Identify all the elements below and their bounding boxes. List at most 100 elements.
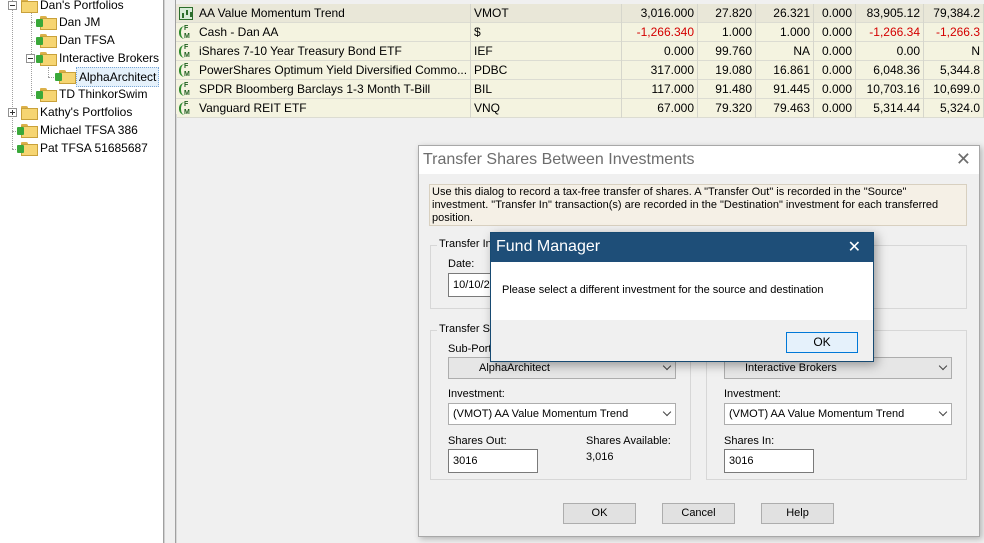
etf-chart-icon <box>179 7 193 20</box>
chevron-down-icon <box>938 407 948 417</box>
cell-name: AA Value Momentum Trend <box>196 4 471 23</box>
fund-manager-icon: FM <box>179 82 193 97</box>
cell-c6: 10,699.0 <box>924 80 984 99</box>
cell-name: Vanguard REIT ETF <box>196 99 471 118</box>
cell-shares: 117.000 <box>622 80 698 99</box>
pane-splitter[interactable] <box>164 0 176 543</box>
investment-label: Investment: <box>448 388 505 400</box>
tree-item-kathys-portfolios[interactable]: Kathy's Portfolios <box>0 103 164 121</box>
date-label: Date: <box>448 258 475 270</box>
expand-icon[interactable] <box>8 108 17 117</box>
cell-price: 1.000 <box>698 23 756 42</box>
cancel-button[interactable]: Cancel <box>662 503 735 524</box>
help-button[interactable]: Help <box>761 503 834 524</box>
shares-in-field[interactable]: 3016 <box>724 449 814 473</box>
cell-symbol: PDBC <box>471 61 622 80</box>
tree-item-dan-jm[interactable]: Dan JM <box>0 13 164 31</box>
cell-price: 19.080 <box>698 61 756 80</box>
cell-value: 83,905.12 <box>856 4 924 23</box>
cell-name: SPDR Bloomberg Barclays 1-3 Month T-Bill <box>196 80 471 99</box>
shares-out-field[interactable]: 3016 <box>448 449 538 473</box>
table-row[interactable]: F M PowerShares Optimum Yield Diversified … <box>176 61 984 80</box>
message-text: Please select a different investment for… <box>502 284 824 296</box>
tree-item-dan-tfsa[interactable]: Dan TFSA <box>0 31 164 49</box>
tree-item-label: Michael TFSA 386 <box>40 123 138 137</box>
table-row[interactable]: AA Value Momentum Trend VMOT 3,016.000 27.8… <box>176 4 984 23</box>
tree-item-dans-portfolios[interactable]: Dan's Portfolios <box>0 0 164 14</box>
cell-symbol: IEF <box>471 42 622 61</box>
collapse-icon[interactable] <box>8 1 17 10</box>
dialog-title-bar[interactable]: Transfer Shares Between Investments ✕ <box>419 146 979 174</box>
cell-symbol: $ <box>471 23 622 42</box>
sub-portfolio-label: Sub-Port <box>448 343 492 355</box>
chevron-down-icon <box>938 361 948 371</box>
investment-label: Investment: <box>724 388 781 400</box>
tree-item-label: AlphaArchitect <box>76 67 160 87</box>
cell-shares: 3,016.000 <box>622 4 698 23</box>
grid-divider <box>176 114 177 543</box>
folder-icon <box>21 106 38 120</box>
table-row[interactable]: F MiShares 7-10 Year Treasury Bond ETF IEF… <box>176 42 984 61</box>
dialog-title: Transfer Shares Between Investments <box>423 151 695 168</box>
cell-c4: 0.000 <box>814 80 856 99</box>
cell-c4: 0.000 <box>814 42 856 61</box>
tree-item-pat-tfsa[interactable]: Pat TFSA 51685687 <box>0 139 164 157</box>
cell-c6: 5,324.0 <box>924 99 984 118</box>
group-label: Transfer Sc <box>437 323 498 335</box>
cell-shares: 317.000 <box>622 61 698 80</box>
source-investment-select[interactable]: (VMOT) AA Value Momentum Trend <box>448 403 676 425</box>
message-body: Please select a different investment for… <box>491 262 873 320</box>
cell-name: PowerShares Optimum Yield Diversified Co… <box>196 61 471 80</box>
shares-available-label: Shares Available: <box>586 435 671 447</box>
close-icon[interactable]: ✕ <box>848 237 861 257</box>
tree-item-interactive-brokers[interactable]: Interactive Brokers <box>0 49 164 67</box>
tree-item-alphaarchitect[interactable]: AlphaArchitect <box>0 67 164 87</box>
cell-shares: 67.000 <box>622 99 698 118</box>
tree-item-label: Pat TFSA 51685687 <box>40 141 148 155</box>
cell-cost: NA <box>756 42 814 61</box>
cell-c6: N <box>924 42 984 61</box>
cell-price: 91.480 <box>698 80 756 99</box>
table-row[interactable]: F M Cash - Dan AA $ -1,266.340 1.000 1.000 0.00… <box>176 23 984 42</box>
tree-item-label: Kathy's Portfolios <box>40 105 133 119</box>
cell-value: -1,266.34 <box>856 23 924 42</box>
cell-shares: 0.000 <box>622 42 698 61</box>
tree-item-label: Interactive Brokers <box>59 51 160 65</box>
portfolio-folder-icon <box>55 70 76 84</box>
portfolio-tree[interactable]: Dan's Portfolios Dan JM Dan TFSA Interac… <box>0 0 164 543</box>
selected-value: Interactive Brokers <box>745 362 837 374</box>
cell-value: 0.00 <box>856 42 924 61</box>
table-row[interactable]: F M SPDR Bloomberg Barclays 1-3 Month T-Bi… <box>176 80 984 99</box>
destination-investment-select[interactable]: (VMOT) AA Value Momentum Trend <box>724 403 952 425</box>
portfolio-folder-icon <box>36 52 57 66</box>
fund-manager-message-box: Fund Manager ✕ Please select a different… <box>490 232 874 362</box>
cell-value: 5,314.44 <box>856 99 924 118</box>
shares-in-label: Shares In: <box>724 435 775 447</box>
fund-manager-icon: FM <box>179 101 193 116</box>
tree-item-td-thinkorswim[interactable]: TD ThinkorSwim <box>0 85 164 103</box>
message-ok-button[interactable]: OK <box>786 332 858 353</box>
folder-icon <box>21 0 38 13</box>
cell-c4: 0.000 <box>814 4 856 23</box>
shares-out-label: Shares Out: <box>448 435 507 447</box>
tree-item-michael-tfsa[interactable]: Michael TFSA 386 <box>0 121 164 139</box>
cell-cost: 79.463 <box>756 99 814 118</box>
table-row[interactable]: F M Vanguard REIT ETF VNQ 67.000 79.320 79.463… <box>176 99 984 118</box>
cell-c4: 0.000 <box>814 61 856 80</box>
message-title-bar[interactable]: Fund Manager ✕ <box>491 233 873 262</box>
close-icon[interactable]: ✕ <box>956 149 971 170</box>
fund-manager-icon: FM <box>179 25 193 40</box>
cell-c6: 5,344.8 <box>924 61 984 80</box>
cell-c4: 0.000 <box>814 99 856 118</box>
ok-button[interactable]: OK <box>563 503 636 524</box>
cell-symbol: VNQ <box>471 99 622 118</box>
collapse-icon[interactable] <box>26 54 35 63</box>
portfolio-folder-icon <box>36 34 57 48</box>
selected-value: (VMOT) AA Value Momentum Trend <box>453 408 629 420</box>
portfolio-folder-icon <box>36 16 57 30</box>
tree-item-label: Dan TFSA <box>59 33 115 47</box>
message-title: Fund Manager <box>496 238 601 255</box>
cell-shares: -1,266.340 <box>622 23 698 42</box>
cell-value: 10,703.16 <box>856 80 924 99</box>
cell-cost: 91.445 <box>756 80 814 99</box>
